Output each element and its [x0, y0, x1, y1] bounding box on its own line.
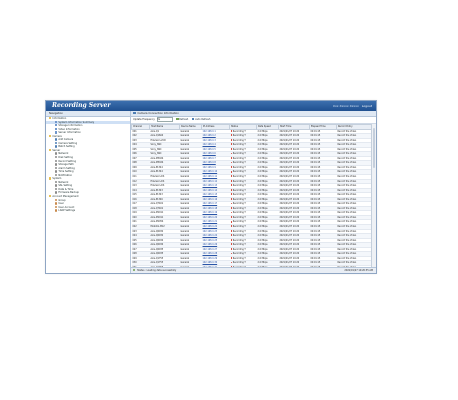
status-text: Recording T	[232, 234, 246, 238]
auto-refresh-label: Auto Refresh	[195, 118, 211, 121]
status-text: Status : Loading data successfully	[137, 269, 177, 272]
status-clock: 2021/01/27 10:20:35 AM	[344, 269, 373, 272]
main-panel: Camera Connection Information Update Fre…	[131, 111, 376, 273]
status-text: Recording T	[232, 220, 246, 224]
status-text: Recording T	[232, 243, 246, 247]
status-text: Recording T	[232, 156, 246, 160]
status-text: Recording T	[232, 252, 246, 256]
status-ok-icon	[133, 268, 136, 272]
refresh-button[interactable]: Refresh	[176, 117, 188, 123]
table-body: 001 Axis-Q1 General 192.168.0.1 Recording T2…	[131, 129, 372, 268]
status-text: Recording T	[232, 161, 246, 165]
status-text: Recording T	[232, 147, 246, 151]
status-text: Recording T	[232, 170, 246, 174]
status-text: Recording T	[232, 138, 246, 142]
user-name: Xxx Xxxxx Xxxxx	[332, 104, 359, 108]
user-area: Xxx Xxxxx Xxxxx Logout	[333, 101, 372, 111]
status-text: Recording T	[232, 197, 246, 201]
status-bar: Status : Loading data successfully 2021/…	[131, 267, 376, 273]
status-text: Recording T	[232, 165, 246, 169]
status-text: Recording T	[232, 224, 246, 228]
status-text: Recording T	[232, 229, 246, 233]
status-text: Recording T	[232, 206, 246, 210]
status-text: Recording T	[232, 134, 246, 138]
navigation-sidebar: Navigation Information System Information…	[46, 111, 131, 273]
vertical-scrollbar[interactable]	[371, 123, 376, 268]
status-text: Recording T	[232, 193, 246, 197]
status-text: Recording T	[232, 184, 246, 188]
status-text: Recording T	[232, 238, 246, 242]
update-frequency-select[interactable]: 5s	[156, 117, 173, 122]
sidebar-item[interactable]: LDAP Settings	[46, 209, 130, 213]
status-text: Recording T	[232, 179, 246, 183]
recording-server-window: Recording Server Xxx Xxxxx Xxxxx Logout …	[45, 100, 377, 274]
refresh-label: Refresh	[179, 118, 189, 121]
app-title: Recording Server	[52, 102, 111, 109]
status-text: Recording T	[232, 129, 246, 133]
status-text: Recording T	[232, 256, 246, 260]
status-text: Recording T	[232, 215, 246, 219]
camera-info-icon	[133, 111, 136, 115]
logout-link[interactable]: Logout	[362, 104, 372, 108]
status-text: Recording T	[232, 143, 246, 147]
status-text: Recording T	[232, 247, 246, 251]
camera-table: Channel Host Name Device Name IP Address Sta…	[131, 123, 372, 268]
status-text: Recording T	[232, 188, 246, 192]
status-text: Recording T	[232, 211, 246, 215]
status-text: Recording T	[232, 174, 246, 178]
title-bar: Recording Server Xxx Xxxxx Xxxxx Logout	[46, 101, 376, 111]
auto-refresh-button[interactable]: Auto Refresh	[192, 117, 210, 123]
navigation-tree: Information System Information Summary Sto…	[46, 117, 130, 213]
update-frequency-label: Update Frequency	[133, 118, 155, 121]
camera-table-container: Channel Host Name Device Name IP Address Sta…	[131, 123, 372, 268]
status-text: Recording T	[232, 261, 246, 265]
scroll-thumb[interactable]	[372, 127, 376, 168]
panel-title: Camera Connection Information	[137, 112, 179, 115]
status-text: Recording T	[232, 152, 246, 156]
status-text: Recording T	[232, 202, 246, 206]
sidebar-item-label: LDAP Settings	[58, 209, 76, 213]
